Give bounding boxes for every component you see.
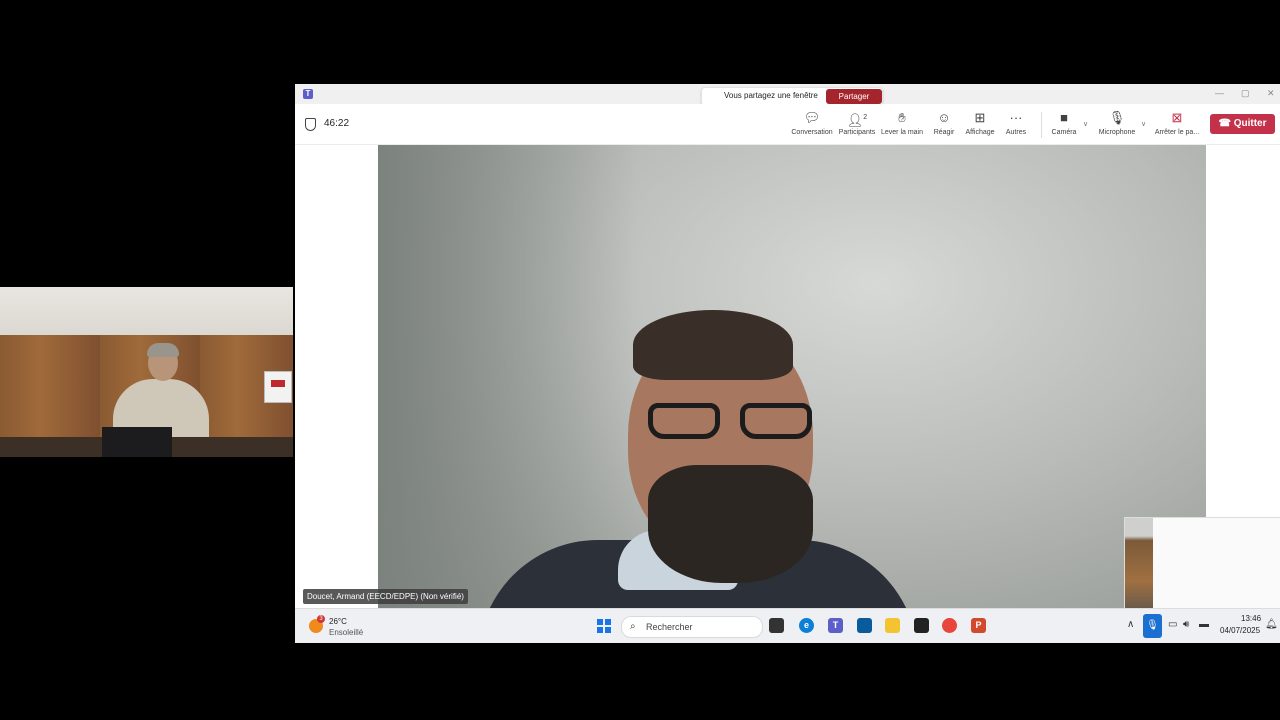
video-camera-icon: ■ (1060, 110, 1068, 125)
speaker-hair (633, 310, 793, 380)
shield-icon (305, 118, 316, 131)
edge-browser-icon[interactable]: e (799, 618, 814, 633)
stop-share-icon: ⊠ (1171, 110, 1183, 125)
powerpoint-app-icon[interactable]: P (971, 618, 986, 633)
teams-logo-icon: T (303, 89, 313, 99)
clock-time[interactable]: 13:46 (1241, 614, 1261, 623)
minimize-icon[interactable]: — (1215, 88, 1224, 98)
clock-date[interactable]: 04/07/2025 (1220, 626, 1260, 635)
meeting-stage: Doucet, Armand (EECD/EDPE) (Non vérifié) (295, 145, 1280, 609)
camera-button[interactable]: ■ Caméra (1039, 110, 1089, 136)
teams-app-icon[interactable]: T (828, 618, 843, 633)
task-view-icon[interactable] (769, 618, 784, 633)
self-view-tile[interactable] (1124, 517, 1280, 609)
media-app-icon[interactable] (914, 618, 929, 633)
meeting-toolbar: 46:22 💬︎ Conversation 👤︎2 Participants ✋… (295, 104, 1280, 145)
search-placeholder: Rechercher (646, 622, 693, 632)
store-app-icon[interactable] (857, 618, 872, 633)
windows-start-icon[interactable] (597, 619, 611, 633)
speaker-glasses (640, 403, 820, 443)
speaker-name-tag: Doucet, Armand (EECD/EDPE) (Non vérifié) (303, 589, 468, 604)
weather-description: Ensoleillé (329, 628, 364, 637)
laptop (102, 427, 172, 457)
microphone-options-chevron-icon[interactable]: ∨ (1141, 120, 1146, 128)
title-bar: T Vous partagez une fenêtre Partager — ▢… (295, 84, 1280, 106)
file-explorer-icon[interactable] (885, 618, 900, 633)
room-wall (0, 287, 293, 342)
display-tray-icon[interactable]: ▭ (1168, 619, 1177, 630)
teams-meeting-window: T Vous partagez une fenêtre Partager — ▢… (295, 84, 1280, 643)
conversation-label: Conversation (791, 129, 833, 136)
microphone-label: Microphone (1098, 129, 1136, 136)
more-button[interactable]: ··· Autres (991, 110, 1041, 136)
mic-in-use-tray-icon[interactable]: 🎙︎ (1143, 614, 1162, 638)
chat-bubble-icon: 💬︎ (803, 110, 821, 125)
share-button[interactable]: Partager (826, 89, 882, 104)
maximize-icon[interactable]: ▢ (1241, 88, 1250, 99)
taskbar-search-input[interactable]: ⌕ Rechercher (621, 616, 763, 638)
share-banner-text: Vous partagez une fenêtre (724, 91, 818, 100)
wall-sign (264, 371, 292, 403)
video-background-shadow (378, 145, 638, 608)
speaker-beard (648, 465, 813, 583)
participants-count: 2 (863, 114, 868, 121)
phone-hangup-icon: ☎︎ (1218, 118, 1234, 129)
search-icon: ⌕ (630, 621, 636, 632)
speaker-video (378, 145, 1206, 608)
volume-tray-icon[interactable]: 🔊︎ (1183, 619, 1189, 630)
notification-bell-icon[interactable]: 🔔︎ (1265, 619, 1278, 630)
camera-options-chevron-icon[interactable]: ∨ (1083, 120, 1088, 128)
battery-tray-icon[interactable]: ▬ (1199, 619, 1209, 630)
ellipsis-icon: ··· (1009, 110, 1023, 125)
microphone-icon: 🎙︎ (1108, 110, 1126, 125)
meeting-timer: 46:22 (324, 118, 350, 129)
self-view-video (1125, 518, 1153, 608)
leave-label: Quitter (1233, 118, 1267, 129)
leave-button[interactable]: ☎︎ Quitter (1210, 114, 1275, 134)
microphone-button[interactable]: 🎙︎ Microphone (1092, 110, 1142, 136)
windows-taskbar: 3 26°C Ensoleillé ⌕ Rechercher e T P ∧ 🎙… (295, 608, 1280, 643)
participants-label: Participants (838, 129, 876, 136)
camera-label: Caméra (1051, 129, 1077, 136)
tray-expand-chevron-icon[interactable]: ∧ (1127, 619, 1134, 630)
weather-temperature: 26°C (329, 617, 347, 626)
presenter-hair (147, 343, 179, 357)
people-icon: 👤︎2 (846, 112, 868, 128)
room-camera-feed (0, 287, 293, 457)
stop-share-label: Arrêter le pa... (1154, 129, 1200, 136)
close-icon[interactable]: ✕ (1267, 88, 1275, 99)
weather-alert-badge: 3 (317, 615, 325, 623)
stop-share-button[interactable]: ⊠ Arrêter le pa... (1152, 110, 1202, 136)
participants-button[interactable]: 👤︎2 Participants (832, 110, 882, 136)
chrome-browser-icon[interactable] (942, 618, 957, 633)
conversation-button[interactable]: 💬︎ Conversation (787, 110, 837, 136)
more-label: Autres (1005, 129, 1027, 136)
